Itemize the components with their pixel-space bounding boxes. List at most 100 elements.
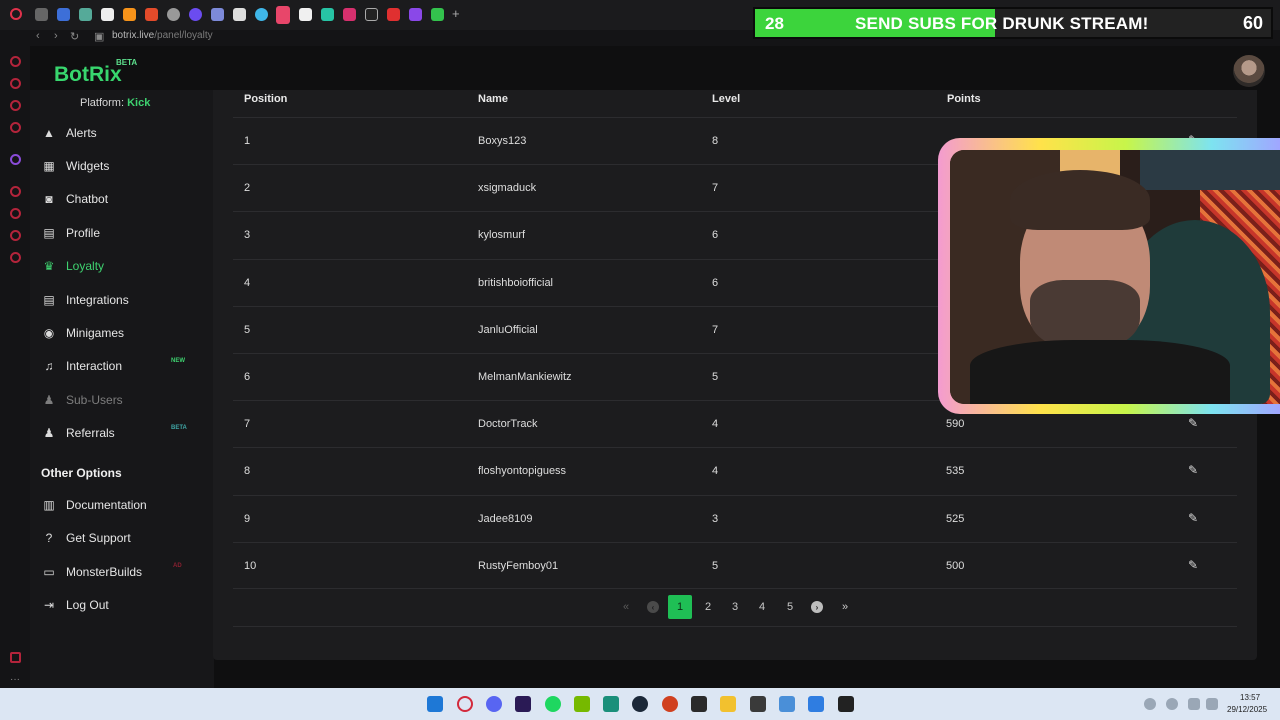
sidebar-item-profile[interactable]: ▤ Profile <box>42 221 192 245</box>
page-5-button[interactable]: 5 <box>778 595 802 619</box>
sidebar-item-get-support[interactable]: ? Get Support <box>42 526 192 550</box>
more-icon[interactable]: ··· <box>10 674 20 685</box>
sidebar-item-chatbot[interactable]: ◙ Chatbot <box>42 187 192 211</box>
sidebar-item-widgets[interactable]: ▦ Widgets <box>42 154 192 178</box>
edit-pencil-icon[interactable]: ✎ <box>1188 416 1198 430</box>
premiere-icon[interactable] <box>515 696 531 712</box>
column-header-points[interactable]: Points <box>947 93 981 105</box>
tab-icon[interactable] <box>79 8 92 21</box>
nvidia-icon[interactable] <box>574 696 590 712</box>
tab-icon[interactable] <box>321 8 334 21</box>
sidebar-item-minigames[interactable]: ◉ Minigames <box>42 321 192 345</box>
opera-icon[interactable] <box>457 696 473 712</box>
tab-icon[interactable] <box>431 8 444 21</box>
sidebar-item-sub-users[interactable]: ♟ Sub-Users <box>42 388 192 412</box>
app-icon[interactable] <box>779 696 795 712</box>
new-tab-icon[interactable]: + <box>452 6 465 21</box>
new-badge: NEW <box>171 358 185 364</box>
cell-name: RustyFemboy01 <box>478 559 559 572</box>
sidebar-item-monsterbuilds[interactable]: ▭ MonsterBuilds <box>42 560 192 584</box>
file-explorer-icon[interactable] <box>720 696 736 712</box>
twitch-icon[interactable] <box>10 154 21 165</box>
cell-name: xsigmaduck <box>478 182 537 195</box>
cell-name: britishboiofficial <box>478 276 554 289</box>
tab-icon[interactable] <box>167 8 180 21</box>
sidebar-item-documentation[interactable]: ▥ Documentation <box>42 493 192 517</box>
rail-icon[interactable] <box>10 56 21 67</box>
tab-icon[interactable] <box>255 8 268 21</box>
last-page-button[interactable]: » <box>833 595 857 619</box>
tab-icon[interactable] <box>57 8 70 21</box>
sidebar-item-loyalty[interactable]: ♛ Loyalty <box>42 254 192 278</box>
rail-icon[interactable] <box>10 186 21 197</box>
app-icon[interactable] <box>662 696 678 712</box>
tab-icon[interactable] <box>211 8 224 21</box>
active-tab-icon[interactable] <box>276 6 290 24</box>
first-page-button[interactable]: « <box>614 595 638 619</box>
rail-icon[interactable] <box>10 122 21 133</box>
url-field[interactable]: botrix.live/panel/loyalty <box>112 30 213 41</box>
tab-icon[interactable] <box>365 8 378 21</box>
laptop-icon: ▭ <box>43 565 55 579</box>
next-page-button[interactable]: › <box>805 595 829 619</box>
column-header-name[interactable]: Name <box>478 93 508 105</box>
sidebar-item-referrals[interactable]: ♟ Referrals <box>42 421 192 445</box>
tab-icon[interactable] <box>299 8 312 21</box>
user-avatar[interactable] <box>1233 55 1265 87</box>
rail-icon[interactable] <box>10 100 21 111</box>
edit-pencil-icon[interactable]: ✎ <box>1188 558 1198 572</box>
page-1-button[interactable]: 1 <box>668 595 692 619</box>
sidebar-item-interaction[interactable]: ♫ Interaction <box>42 354 192 378</box>
tab-icon[interactable] <box>409 8 422 21</box>
edit-pencil-icon[interactable]: ✎ <box>1188 463 1198 477</box>
tray-icon[interactable] <box>1144 698 1156 710</box>
sidebar-item-integrations[interactable]: ▤ Integrations <box>42 288 192 312</box>
page-4-button[interactable]: 4 <box>750 595 774 619</box>
app-icon[interactable] <box>838 696 854 712</box>
tab-icon[interactable] <box>101 8 114 21</box>
table-row: 10 RustyFemboy01 5 500 ✎ <box>233 541 1237 589</box>
rail-icon[interactable] <box>10 652 21 663</box>
tab-icon[interactable] <box>343 8 356 21</box>
cell-name: floshyontopiguess <box>478 465 567 478</box>
cell-position: 9 <box>244 512 251 525</box>
app-icon[interactable] <box>603 696 619 712</box>
spotify-icon[interactable] <box>545 696 561 712</box>
windows-start-icon[interactable] <box>427 696 443 712</box>
page-2-button[interactable]: 2 <box>696 595 720 619</box>
rail-icon[interactable] <box>10 230 21 241</box>
column-header-level[interactable]: Level <box>712 93 740 105</box>
tab-icon[interactable] <box>387 8 400 21</box>
tab-icon[interactable] <box>233 8 246 21</box>
clock-time[interactable]: 13:57 <box>1240 693 1260 702</box>
column-header-position[interactable]: Position <box>244 93 287 105</box>
app-icon[interactable] <box>808 696 824 712</box>
opera-logo-icon[interactable] <box>10 8 22 20</box>
sidebar-item-alerts[interactable]: ▲ Alerts <box>42 121 192 145</box>
prev-page-button[interactable]: ‹ <box>641 595 665 619</box>
clock-date[interactable]: 29/12/2025 <box>1227 705 1267 714</box>
steam-icon[interactable] <box>632 696 648 712</box>
tab-icon[interactable] <box>189 8 202 21</box>
back-icon[interactable]: ‹ <box>36 30 40 42</box>
settings-icon[interactable] <box>10 252 21 263</box>
page-3-button[interactable]: 3 <box>723 595 747 619</box>
tray-icon[interactable] <box>1166 698 1178 710</box>
discord-icon[interactable] <box>486 696 502 712</box>
tab-icon[interactable] <box>35 8 48 21</box>
history-icon[interactable] <box>10 208 21 219</box>
browser-side-rail: ··· <box>0 46 30 688</box>
sidebar-item-log-out[interactable]: ⇥ Log Out <box>42 593 192 617</box>
app-icon[interactable] <box>750 696 766 712</box>
tab-icon[interactable] <box>145 8 158 21</box>
forward-icon[interactable]: › <box>54 30 58 42</box>
reload-icon[interactable]: ↻ <box>70 30 79 43</box>
botrix-logo[interactable]: BotRix <box>54 63 122 87</box>
tab-icon[interactable] <box>123 8 136 21</box>
volume-icon[interactable] <box>1206 698 1218 710</box>
edit-pencil-icon[interactable]: ✎ <box>1188 511 1198 525</box>
epic-games-icon[interactable] <box>691 696 707 712</box>
platform-indicator: Platform: Kick <box>80 97 150 109</box>
rail-icon[interactable] <box>10 78 21 89</box>
network-icon[interactable] <box>1188 698 1200 710</box>
